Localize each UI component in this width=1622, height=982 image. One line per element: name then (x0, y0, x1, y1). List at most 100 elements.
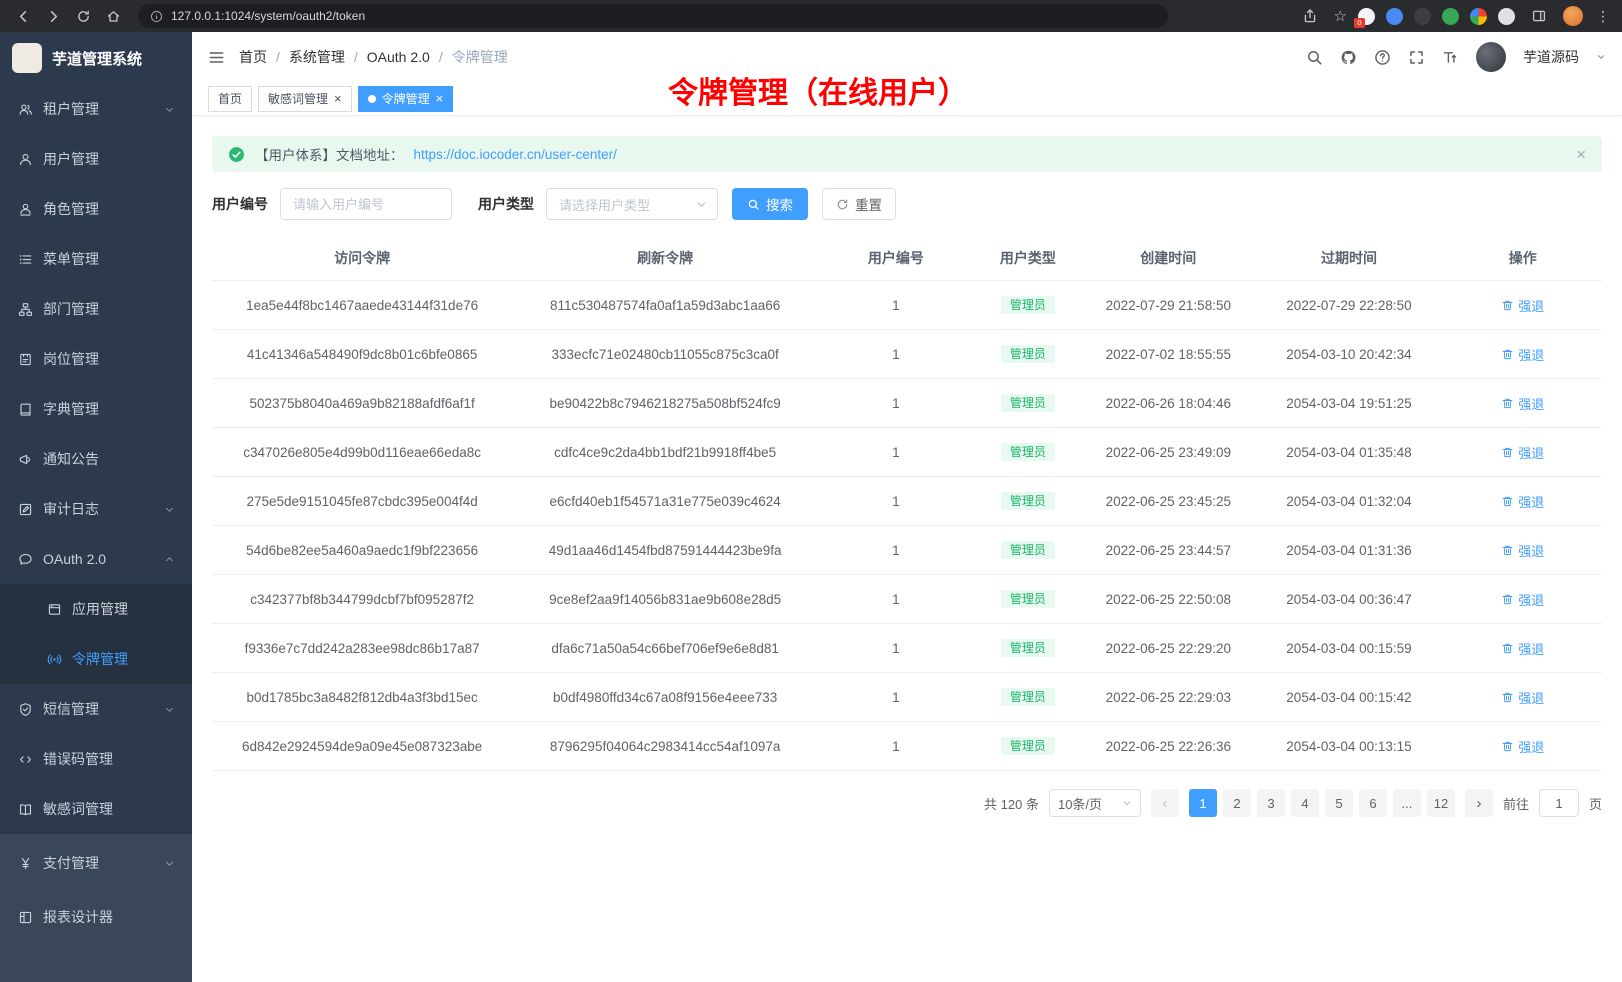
reset-button[interactable]: 重置 (822, 188, 896, 220)
dept-icon (17, 301, 33, 317)
browser-profile-avatar[interactable] (1563, 6, 1583, 26)
app-frame: 芋道管理系统 租户管理用户管理角色管理菜单管理部门管理岗位管理字典管理通知公告审… (0, 32, 1622, 982)
sidebar-item-menu[interactable]: 菜单管理 (0, 234, 192, 284)
user-avatar[interactable] (1476, 42, 1506, 72)
tab-sensitive-words[interactable]: 敏感词管理 × (258, 86, 352, 112)
bookmark-star-icon[interactable]: ☆ (1334, 9, 1347, 24)
close-icon[interactable]: × (436, 92, 444, 105)
page-size-select[interactable]: 10条/页 (1049, 789, 1141, 817)
user-id-input[interactable] (280, 188, 452, 220)
oauth-icon (17, 551, 33, 567)
caret-down-icon[interactable] (1596, 52, 1606, 62)
force-logout-button[interactable]: 强退 (1501, 688, 1544, 707)
sidebar-item-report[interactable]: 报表设计器 (0, 890, 192, 944)
sidebar-item-dict[interactable]: 字典管理 (0, 384, 192, 434)
pager-page-button[interactable]: 1 (1189, 789, 1217, 817)
sidebar-item-token[interactable]: 令牌管理 (0, 634, 192, 684)
url-text: 127.0.0.1:1024/system/oauth2/token (171, 9, 365, 23)
force-logout-button[interactable]: 强退 (1501, 296, 1544, 315)
breadcrumb-item[interactable]: OAuth 2.0 (367, 49, 430, 65)
extension-icon[interactable] (1386, 8, 1403, 25)
pager-page-button[interactable]: 5 (1325, 789, 1353, 817)
forward-icon[interactable] (40, 3, 66, 29)
sidebar-item-dept[interactable]: 部门管理 (0, 284, 192, 334)
next-page-button[interactable]: › (1465, 789, 1493, 817)
user-name[interactable]: 芋道源码 (1523, 47, 1579, 67)
sidebar-item-oauth[interactable]: OAuth 2.0 (0, 534, 192, 584)
sidebar-item-tenant[interactable]: 租户管理 (0, 84, 192, 134)
pager-more-button[interactable]: ... (1393, 789, 1421, 817)
fullscreen-icon[interactable] (1408, 49, 1425, 66)
home-icon[interactable] (100, 3, 126, 29)
access-token-cell: 1ea5e44f8bc1467aaede43144f31de76 (212, 281, 512, 329)
force-logout-button[interactable]: 强退 (1501, 394, 1544, 413)
extension-icon[interactable] (1442, 8, 1459, 25)
sidebar-item-role[interactable]: 角色管理 (0, 184, 192, 234)
sidebar-item-app[interactable]: 应用管理 (0, 584, 192, 634)
sidebar-item-sensitive[interactable]: 敏感词管理 (0, 784, 192, 834)
post-icon (17, 351, 33, 367)
actions-cell: 强退 (1444, 673, 1602, 721)
force-logout-button[interactable]: 强退 (1501, 492, 1544, 511)
browser-toolbar-icons: ☆ 0 ⋮ (1297, 3, 1612, 29)
reload-icon[interactable] (70, 3, 96, 29)
extension-icon[interactable]: 0 (1358, 8, 1375, 25)
pager-page-button[interactable]: 4 (1291, 789, 1319, 817)
pager-page-button[interactable]: 2 (1223, 789, 1251, 817)
sidebar-item-errorcode[interactable]: 错误码管理 (0, 734, 192, 784)
force-logout-button[interactable]: 强退 (1501, 590, 1544, 609)
pager-page-button[interactable]: 12 (1427, 789, 1455, 817)
goto-page-input[interactable] (1539, 789, 1579, 817)
extension-icon[interactable] (1470, 8, 1487, 25)
collapse-menu-icon[interactable] (208, 49, 225, 66)
breadcrumb-item[interactable]: 首页 (239, 47, 267, 67)
url-bar[interactable]: 127.0.0.1:1024/system/oauth2/token (138, 4, 1168, 28)
extension-icon[interactable] (1414, 8, 1431, 25)
access-token-cell: 502375b8040a469a9b82188afdf6af1f (212, 379, 512, 427)
sidebar-item-pay[interactable]: 支付管理 (0, 836, 192, 890)
trash-icon (1501, 740, 1514, 753)
force-logout-button[interactable]: 强退 (1501, 639, 1544, 658)
sidebar-item-notice[interactable]: 通知公告 (0, 434, 192, 484)
user-type-select[interactable]: 请选择用户类型 (546, 188, 718, 220)
search-icon (747, 198, 760, 211)
user-type-badge: 管理员 (1001, 590, 1055, 608)
sidebar-item-log[interactable]: 审计日志 (0, 484, 192, 534)
table-row: 275e5de9151045fe87cbdc395e004f4de6cfd40e… (212, 477, 1602, 526)
close-icon[interactable]: × (334, 92, 342, 105)
help-icon[interactable] (1374, 49, 1391, 66)
pager-page-button[interactable]: 6 (1359, 789, 1387, 817)
force-logout-button[interactable]: 强退 (1501, 737, 1544, 756)
font-size-icon[interactable] (1442, 49, 1459, 66)
user-id-cell: 1 (818, 575, 974, 623)
browser-menu-icon[interactable]: ⋮ (1594, 8, 1612, 25)
share-icon[interactable] (1297, 3, 1323, 29)
extension-icon[interactable] (1498, 8, 1515, 25)
user-type-badge: 管理员 (1001, 394, 1055, 412)
search-icon[interactable] (1306, 49, 1323, 66)
back-icon[interactable] (10, 3, 36, 29)
sidebar-item-sms[interactable]: 短信管理 (0, 684, 192, 734)
force-logout-button[interactable]: 强退 (1501, 541, 1544, 560)
close-icon[interactable]: × (1576, 146, 1586, 163)
force-logout-button[interactable]: 强退 (1501, 345, 1544, 364)
role-icon (17, 201, 33, 217)
tab-token[interactable]: 令牌管理 × (358, 86, 454, 112)
force-logout-button[interactable]: 强退 (1501, 443, 1544, 462)
prev-page-button[interactable]: ‹ (1151, 789, 1179, 817)
side-panel-icon[interactable] (1526, 3, 1552, 29)
search-button[interactable]: 搜索 (732, 188, 808, 220)
doc-link[interactable]: https://doc.iocoder.cn/user-center/ (414, 147, 617, 162)
sidebar-item-post[interactable]: 岗位管理 (0, 334, 192, 384)
pager-page-button[interactable]: 3 (1257, 789, 1285, 817)
access-token-cell: c342377bf8b344799dcbf7bf095287f2 (212, 575, 512, 623)
tab-home[interactable]: 首页 (208, 86, 252, 112)
table-row: 502375b8040a469a9b82188afdf6af1fbe90422b… (212, 379, 1602, 428)
breadcrumb-item[interactable]: 系统管理 (289, 47, 345, 67)
app-logo-row[interactable]: 芋道管理系统 (0, 32, 192, 84)
breadcrumb: 首页/ 系统管理/ OAuth 2.0/ 令牌管理 (239, 47, 508, 67)
table-row: b0d1785bc3a8482f812db4a3f3bd15ecb0df4980… (212, 673, 1602, 722)
sidebar-item-user[interactable]: 用户管理 (0, 134, 192, 184)
github-icon[interactable] (1340, 49, 1357, 66)
access-token-cell: b0d1785bc3a8482f812db4a3f3bd15ec (212, 673, 512, 721)
